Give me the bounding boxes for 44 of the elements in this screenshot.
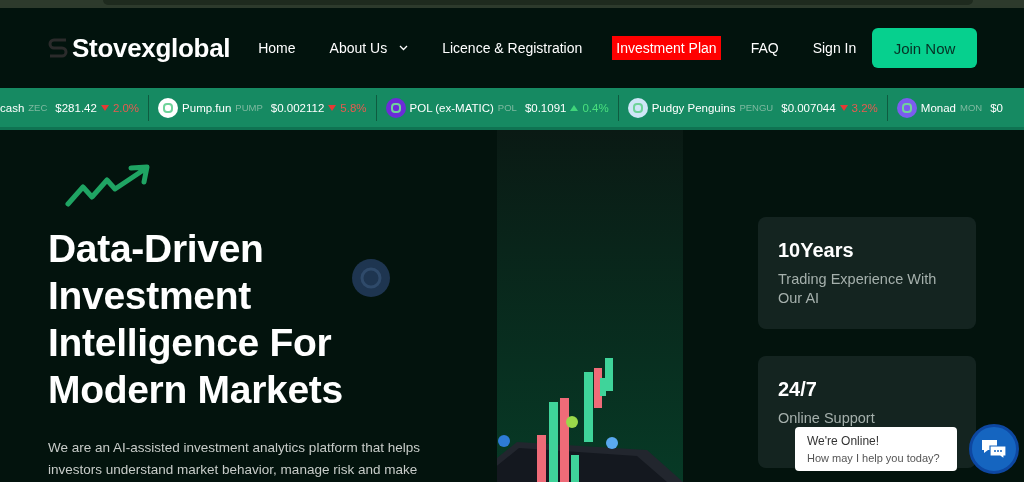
nav-link[interactable]: Licence & Registration	[438, 36, 587, 60]
site-logo[interactable]: Stovexglobal	[72, 32, 231, 64]
coin-change: 5.8%	[340, 101, 367, 114]
coin-price: $0.1091	[524, 101, 567, 114]
chat-subtitle: How may I help you today?	[807, 452, 941, 464]
coin-change: 2.0%	[112, 101, 140, 114]
coin-symbol: PENGU	[739, 102, 774, 113]
nav-link[interactable]: Home	[254, 36, 300, 60]
stat-label: Trading Experience With Our AI	[778, 270, 938, 308]
nav-link[interactable]: FAQ	[746, 36, 783, 60]
coin-price: $0	[990, 101, 1003, 114]
hero-headline: Data-Driven Investment Intelligence For Modern Markets	[48, 226, 344, 413]
chat-icon	[981, 438, 1007, 460]
coin-symbol: ZEC	[28, 102, 48, 113]
hero-text: We are an AI-assisted investment analytics platform that helps investors understand market behavior, manage risk and make	[48, 439, 421, 479]
stat-value: 10Years	[778, 239, 855, 262]
coin-change: 0.4%	[582, 101, 609, 114]
coin-name: POL (ex-MATIC)	[409, 101, 494, 114]
coin-icon	[627, 97, 648, 118]
join-button[interactable]: Join Now	[872, 28, 977, 68]
coin-icon	[896, 97, 917, 118]
logo-icon	[48, 37, 68, 59]
stat-label: Online Support	[778, 409, 876, 428]
coin-name: Pudgy Penguins	[651, 101, 736, 114]
chat-title: We're Online!	[807, 434, 881, 448]
stat-value: 24/7	[778, 378, 818, 401]
coin-price: $0.007044	[781, 101, 836, 114]
coin-symbol: PUMP	[235, 102, 263, 113]
coin-change: 3.2%	[851, 101, 878, 114]
coin-name: cash	[0, 101, 25, 114]
coin-icon	[385, 97, 406, 118]
nav-link[interactable]: Investment Plan	[612, 36, 721, 60]
coin-name: Monad	[920, 101, 956, 114]
nav-link[interactable]: Sign In	[808, 36, 861, 60]
coin-price: $281.42	[55, 101, 97, 114]
coin-icon	[352, 259, 390, 297]
coin-symbol: MON	[960, 102, 983, 113]
chat-bubble[interactable]: We're Online! How may I help you today?	[795, 427, 957, 471]
chat-button[interactable]	[969, 424, 1019, 474]
coin-price: $0.002112	[270, 101, 325, 114]
coin-symbol: POL	[497, 102, 517, 113]
coin-name: Pump.fun	[182, 101, 232, 114]
nav-link[interactable]: About Us	[325, 36, 413, 60]
coin-icon	[158, 97, 179, 118]
